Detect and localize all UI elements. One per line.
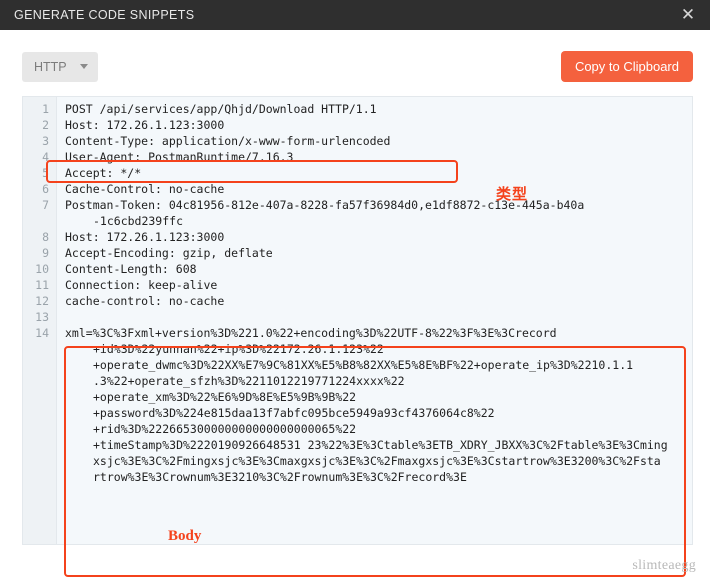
language-select-value: HTTP [34,59,67,74]
chevron-down-icon [80,64,88,69]
line-number: 11 [35,278,49,292]
code-viewer[interactable]: 1234567 8 9 10 11 12 13 14 POST /api/services/… [22,96,693,545]
code-line: -1c6cbd239ffc [93,214,184,228]
line-number: 3 [42,134,49,148]
line-number: 14 [35,326,49,340]
line-number: 5 [42,166,49,180]
code-line: +password%3D%224e815daa13f7abfc095bce594… [93,406,495,420]
code-line: Connection: keep-alive [65,278,218,292]
page-title: GENERATE CODE SNIPPETS [14,8,195,22]
code-line: +operate_xm%3D%22%E6%9D%8E%E5%9B%9B%22 [93,390,357,404]
modal-header: GENERATE CODE SNIPPETS ✕ [0,0,710,30]
line-number: 12 [35,294,49,308]
line-number: 7 [42,198,49,212]
line-number: 1 [42,102,49,116]
annotation-label-type: 类型 [496,185,529,203]
line-number [23,421,56,437]
line-number [23,389,56,405]
line-number [23,437,56,453]
close-icon[interactable]: ✕ [678,5,698,25]
line-number: 13 [35,310,49,324]
code-line: User-Agent: PostmanRuntime/7.16.3 [65,150,294,164]
line-number: 8 [42,230,49,244]
code-line: +timeStamp%3D%2220190926648531 23%22%3E%… [93,438,668,452]
copy-to-clipboard-button[interactable]: Copy to Clipboard [560,51,693,82]
line-number [23,341,56,357]
code-line: cache-control: no-cache [65,294,225,308]
code-line: Accept-Encoding: gzip, deflate [65,246,273,260]
line-number [23,213,56,229]
code-line: xml=%3C%3Fxml+version%3D%221.0%22+encodi… [65,326,557,340]
code-line: +rid%3D%222665300000000000000000065%22 [93,422,357,436]
annotation-label-body: Body [168,528,202,544]
line-number: 9 [42,246,49,260]
code-line: Cache-Control: no-cache [65,182,225,196]
line-number [23,453,56,469]
line-number [23,405,56,421]
code-line: Host: 172.26.1.123:3000 [65,118,225,132]
code-line: Host: 172.26.1.123:3000 [65,230,225,244]
code-line: POST /api/services/app/Qhjd/Download HTT… [65,102,377,116]
code-content[interactable]: POST /api/services/app/Qhjd/Download HTT… [57,97,692,544]
language-select[interactable]: HTTP [22,51,98,82]
watermark: slimteaegg [632,558,696,573]
code-line: .3%22+operate_sfzh%3D%2211012219771224xx… [93,374,405,388]
modal-body: HTTP Copy to Clipboard 1234567 8 9 10 11 12 1… [0,30,710,579]
code-line: Content-Type: application/x-www-form-url… [65,134,391,148]
line-number: 2 [42,118,49,132]
code-line: +id%3D%22yunnan%22+ip%3D%22172.26.1.123%… [93,342,384,356]
line-number [23,469,56,485]
code-line: +operate_dwmc%3D%22XX%E7%9C%81XX%E5%B8%8… [93,358,634,372]
code-line: xsjc%3E%3C%2Fmingxsjc%3E%3Cmaxgxsjc%3E%3… [93,454,661,468]
code-line: Content-Length: 608 [65,262,197,276]
line-number [23,373,56,389]
code-line: Accept: */* [65,166,142,180]
code-line: rtrow%3E%3Crownum%3E3210%3C%2Frownum%3E%… [93,470,467,484]
line-number: 10 [35,262,49,276]
line-number-gutter: 1234567 8 9 10 11 12 13 14 [23,97,57,544]
code-line: Postman-Token: 04c81956-812e-407a-8228-f… [65,198,585,212]
line-number: 4 [42,150,49,164]
toolbar: HTTP Copy to Clipboard [16,30,694,82]
line-number: 6 [42,182,49,196]
line-number [23,357,56,373]
